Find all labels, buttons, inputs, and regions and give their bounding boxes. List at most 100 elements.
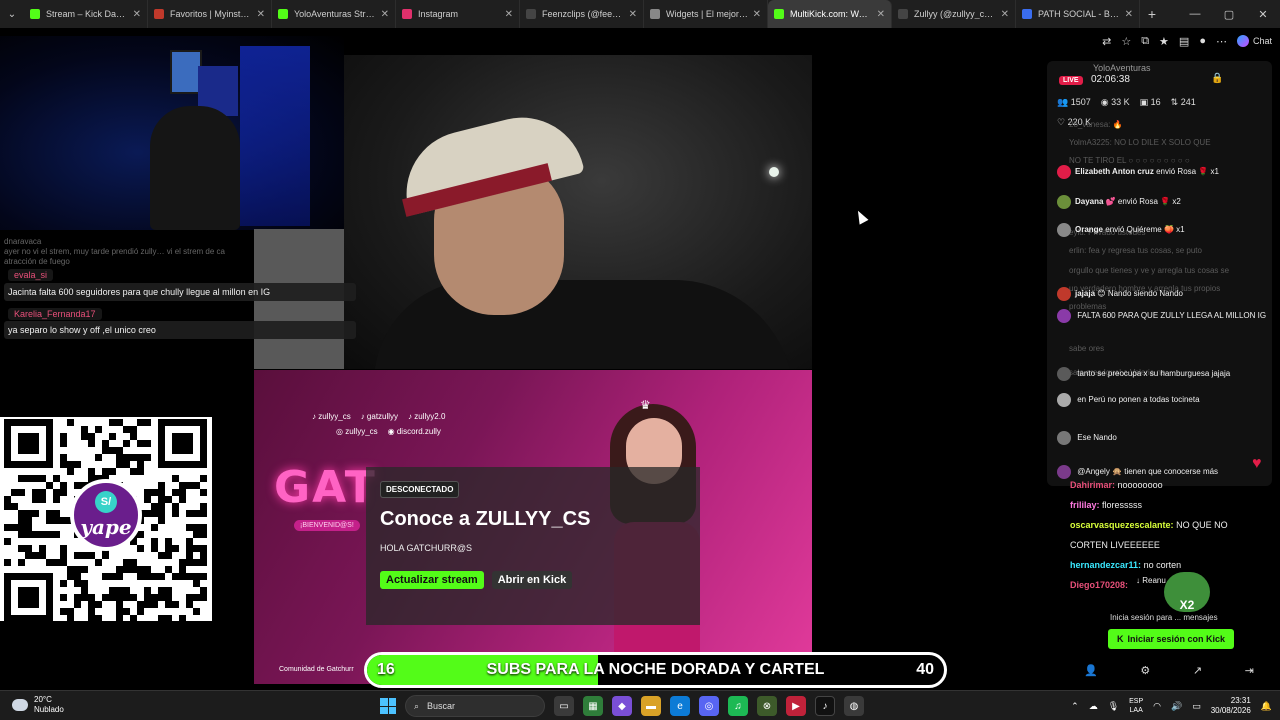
browser-tab-bar: ⌄ Stream – Kick Dashboard✕Favoritos | My… [0,0,1280,28]
tab-title: Widgets | El mejor software [666,9,749,19]
main-stream-video[interactable] [344,55,812,369]
tab-close-icon[interactable]: ✕ [629,9,637,20]
edge-browser-icon[interactable]: e [670,696,690,716]
network-icon[interactable]: ☁ [1089,701,1098,712]
browser-tab[interactable]: Zullyy (@zullyy_cs) | TikTok ✕ [892,0,1016,28]
chat-text: Ese Nando [1077,433,1117,443]
avatar [1057,393,1071,407]
chat-text: envió Quiéreme 🍑 x1 [1105,225,1185,235]
tab-close-icon[interactable]: ✕ [133,9,141,20]
chat-username: evala_si [8,269,54,281]
widgets-icon[interactable]: ▦ [583,696,603,716]
chat-username: hernandezcar11: [1070,560,1142,570]
offline-card: DESCONECTADO Conoce a ZULLYY_CS HOLA GAT… [366,467,700,625]
xbox-icon[interactable]: ⊗ [757,696,777,716]
login-hint: Inicia sesión para ... mensajes [1110,613,1218,622]
webcam-video[interactable] [0,36,344,230]
bookmark-star-icon[interactable]: ☆ [1121,35,1131,48]
webcam-person [150,106,240,230]
chat-message: hernandezcar11: no corten [1070,560,1270,570]
tab-close-icon[interactable]: ✕ [753,9,761,20]
translate-icon[interactable]: ⇄ [1102,35,1111,48]
add-user-icon[interactable]: 👤 [1084,664,1098,677]
avatar [1057,223,1071,237]
browser-tab[interactable]: YoloAventuras Stream - Kick ✕ [272,0,396,28]
tab-close-icon[interactable]: ✕ [505,9,513,20]
weather-desc: Nublado [34,705,64,714]
faded-chat-line: YolmA3225: NO LO DILE X SOLO QUE [1069,138,1211,147]
chat-username: Dayana [1075,197,1104,207]
discord-icon[interactable]: ◎ [699,696,719,716]
obs-icon[interactable]: ◍ [844,696,864,716]
minimize-icon[interactable]: — [1178,0,1212,28]
language-indicator[interactable]: ESP LAA [1129,697,1143,715]
extensions-icon[interactable]: ⧉ [1141,35,1149,48]
browser-tab[interactable]: PATH SOCIAL - Búsqueda ✕ [1016,0,1140,28]
chat-message: en Perú no ponen a todas tocineta [1057,393,1269,407]
red-app-icon[interactable]: ▶ [786,696,806,716]
tab-close-icon[interactable]: ✕ [257,9,265,20]
browser-tab[interactable]: Feenzclips (@feenzclips) ✕ [520,0,644,28]
login-with-kick-button[interactable]: K Iniciar sesión con Kick [1108,629,1234,649]
weather-widget[interactable]: 20°C Nublado [12,695,64,715]
chat-text: envió Rosa 🌹 x1 [1156,167,1219,177]
battery-icon[interactable]: ▭ [1192,701,1201,712]
tab-close-icon[interactable]: ✕ [1125,9,1133,20]
lock-icon[interactable]: 🔒 [1211,73,1223,84]
volume-icon[interactable]: 🔊 [1171,701,1182,712]
task-view-icon[interactable]: ▭ [554,696,574,716]
spotify-icon[interactable]: ♫ [728,696,748,716]
wifi-icon[interactable]: ◠ [1153,701,1161,712]
tiktok-chat-panel: YoloAventuras LIVE 02:06:38 🔒 👥 1507 ◉ 3… [1047,61,1272,486]
tab-close-icon[interactable]: ✕ [1001,9,1009,20]
chat-text: CORTEN LIVEEEEEE [1070,540,1160,550]
maximize-icon[interactable]: ▢ [1212,0,1246,28]
browser-tab[interactable]: Widgets | El mejor software ✕ [644,0,768,28]
avatar [1057,431,1071,445]
collections-icon[interactable]: ▤ [1179,35,1189,48]
tray-chevron-icon[interactable]: ⌃ [1071,701,1079,712]
chat-message: Ese Nando [1057,431,1269,445]
tab-title: Instagram [418,9,459,19]
browser-tab[interactable]: MultiKick.com: Watch ✕ [768,0,892,28]
exit-icon[interactable]: ⇥ [1245,664,1254,677]
tab-search-button[interactable]: ⌄ [0,0,24,28]
browser-tab[interactable]: Instagram ✕ [396,0,520,28]
browser-toolbar-icons: ⇄ ☆ ⧉ ★ ▤ ● ⋯ Chat [1102,30,1272,52]
resume-chat-button[interactable]: ↓ Reanu [1136,576,1166,585]
faded-chat-line: dnaravaca ayer no vi el strem, muy tarde … [4,237,225,266]
tab-close-icon[interactable]: ✕ [381,9,389,20]
system-tray: ⌃ ☁ 🎙 ESP LAA ◠ 🔊 ▭ 23:31 30/08/2026 🔔 [1071,695,1272,717]
tiktok-icon[interactable]: ♪ [815,696,835,716]
chat-message: Dahirimar: noooooooo [1070,480,1270,490]
popout-icon[interactable]: ↗ [1193,664,1202,677]
windows-start-icon[interactable] [380,698,396,714]
more-icon[interactable]: ⋯ [1216,35,1227,48]
copilot-app-icon[interactable]: ◆ [612,696,632,716]
tiktok-handle: ♪ gatzullyy [360,412,399,421]
favorites-icon[interactable]: ★ [1159,35,1169,48]
open-in-kick-button[interactable]: Abrir en Kick [491,571,573,589]
browser-tab[interactable]: Favoritos | Myinstants ✕ [148,0,272,28]
views-stat: ◉ 33 K [1100,97,1130,107]
settings-gear-icon[interactable]: ⚙ [1140,664,1150,677]
browser-tab[interactable]: Stream – Kick Dashboard ✕ [24,0,148,28]
new-tab-button[interactable]: + [1140,6,1164,22]
weather-temp: 20°C [34,695,52,704]
tab-title: Feenzclips (@feenzclips) [542,9,625,19]
tab-title: MultiKick.com: Watch [790,9,873,19]
refresh-stream-button[interactable]: Actualizar stream [380,571,484,589]
close-window-icon[interactable]: ✕ [1246,0,1280,28]
file-explorer-icon[interactable]: ▬ [641,696,661,716]
copilot-chat-button[interactable]: Chat [1236,35,1272,47]
tab-favicon-icon [650,9,660,19]
taskbar-search[interactable]: ⌕ Buscar [405,695,545,717]
chat-text: no corten [1143,560,1182,570]
clock[interactable]: 23:31 30/08/2026 [1211,696,1251,716]
notification-bell-icon[interactable]: 🔔 [1261,701,1272,712]
avatar [1057,165,1071,179]
mic-icon[interactable]: 🎙 [1108,701,1119,712]
profile-avatar[interactable]: ● [1199,35,1206,47]
tab-close-icon[interactable]: ✕ [877,9,885,20]
live-badge: LIVE [1059,76,1083,85]
